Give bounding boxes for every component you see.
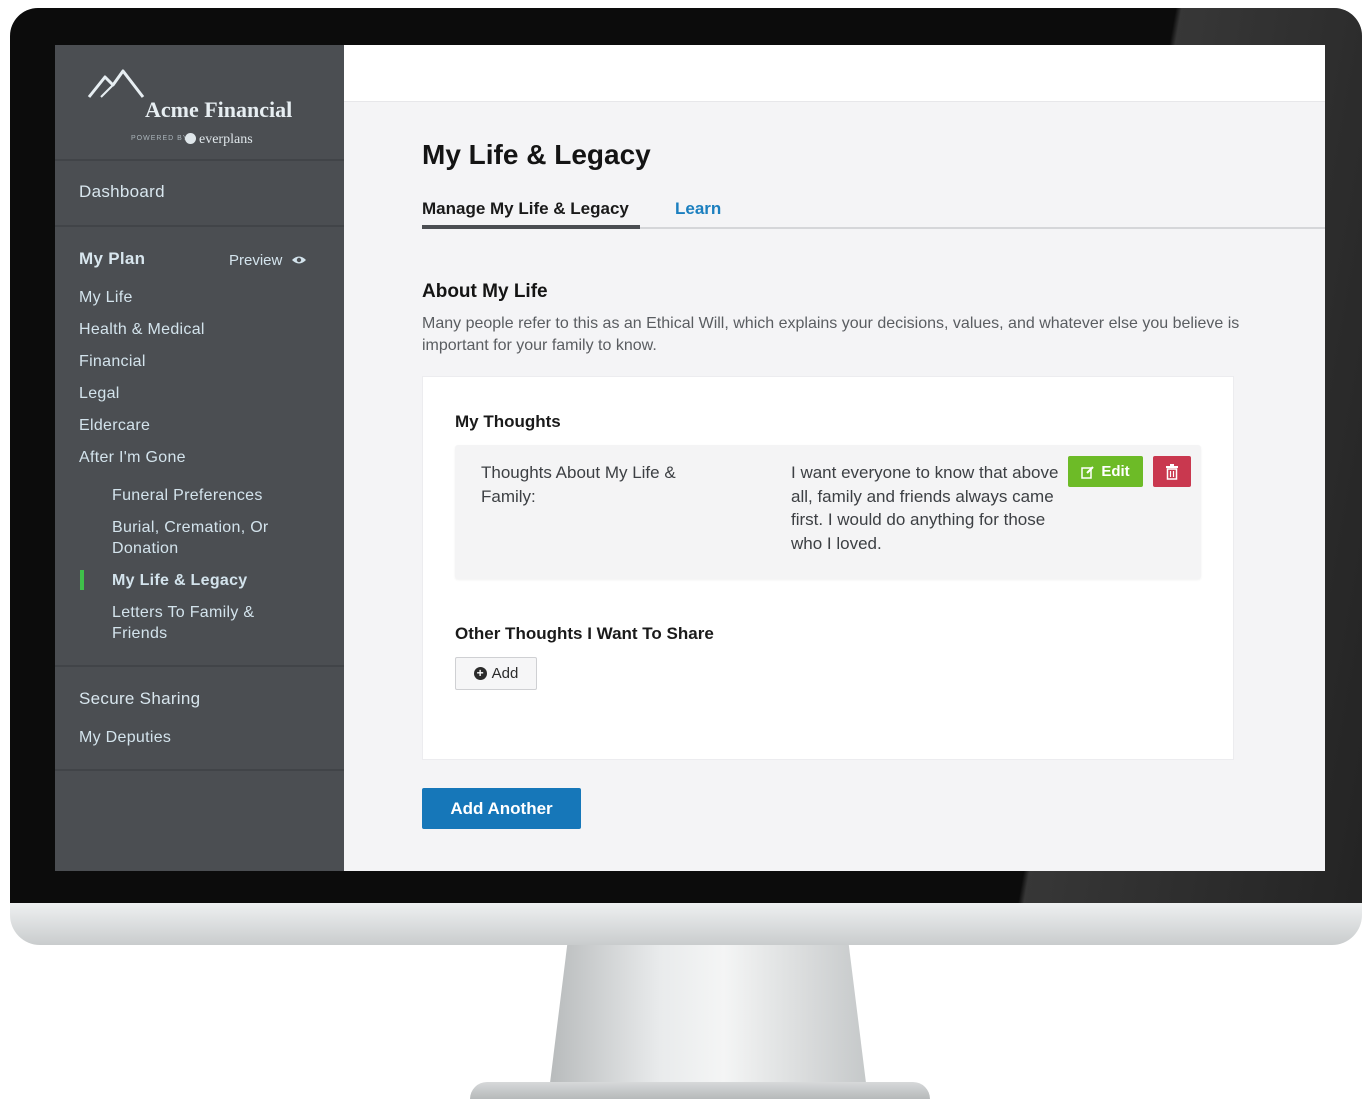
- tab-active-underline: [422, 225, 640, 229]
- sidebar-subitem-letters[interactable]: Letters To Family & Friends: [112, 602, 312, 644]
- monitor-stand: [548, 945, 868, 1099]
- edit-icon: [1081, 465, 1095, 479]
- partner-name: everplans: [199, 132, 253, 147]
- monitor-stand-base: [470, 1082, 930, 1099]
- powered-by-label: POWERED BY: [131, 135, 189, 142]
- main-content: My Life & Legacy Manage My Life & Legacy…: [344, 45, 1325, 871]
- brand-name: Acme Financial: [145, 97, 293, 122]
- sidebar-item-legal[interactable]: Legal: [79, 385, 120, 403]
- sidebar-item-my-life[interactable]: My Life: [79, 289, 133, 307]
- sidebar-item-my-plan[interactable]: My Plan: [79, 249, 145, 269]
- entry-label: Thoughts About My Life & Family:: [481, 463, 676, 506]
- monitor-chin: [10, 903, 1362, 945]
- edit-label: Edit: [1101, 463, 1130, 480]
- sidebar-divider: [55, 225, 344, 227]
- preview-link[interactable]: Preview: [229, 252, 307, 269]
- sidebar-subitem-burial[interactable]: Burial, Cremation, Or Donation: [112, 517, 312, 559]
- add-button[interactable]: + Add: [455, 657, 537, 690]
- sidebar-item-my-deputies[interactable]: My Deputies: [79, 729, 171, 747]
- add-label: Add: [491, 665, 519, 682]
- brand-logo[interactable]: Acme Financial POWERED BY everplans: [85, 67, 325, 157]
- partner-logo: everplans: [185, 132, 253, 148]
- active-indicator: [80, 570, 84, 590]
- sidebar-divider: [55, 665, 344, 667]
- screen: Acme Financial POWERED BY everplans Dash…: [55, 45, 1325, 871]
- sidebar-subitem-my-life-legacy[interactable]: My Life & Legacy: [112, 570, 312, 591]
- thought-entry: Thoughts About My Life & Family: I want …: [455, 445, 1201, 579]
- my-thoughts-title: My Thoughts: [455, 412, 561, 431]
- eye-icon: [291, 256, 306, 264]
- entry-value: I want everyone to know that above all, …: [791, 463, 1059, 553]
- mountain-logo-icon: [87, 69, 145, 98]
- page-title: My Life & Legacy: [422, 139, 651, 170]
- preview-label: Preview: [229, 252, 283, 269]
- thoughts-card: My Thoughts Thoughts About My Life & Fam…: [422, 376, 1234, 760]
- everplans-dot-icon: [185, 133, 196, 144]
- sidebar-item-secure-sharing[interactable]: Secure Sharing: [79, 689, 200, 709]
- plus-circle-icon: +: [473, 667, 487, 680]
- sidebar-item-after-im-gone[interactable]: After I'm Gone: [79, 449, 186, 467]
- sidebar-item-dashboard[interactable]: Dashboard: [79, 182, 165, 202]
- section-description: Many people refer to this as an Ethical …: [422, 315, 1240, 354]
- sidebar-item-health-medical[interactable]: Health & Medical: [79, 321, 205, 339]
- delete-button[interactable]: [1153, 456, 1191, 487]
- top-bar: [344, 45, 1325, 102]
- edit-button[interactable]: Edit: [1068, 456, 1143, 487]
- sidebar-divider: [55, 159, 344, 161]
- tab-learn[interactable]: Learn: [675, 199, 721, 219]
- sidebar-item-eldercare[interactable]: Eldercare: [79, 417, 150, 435]
- sidebar-subitem-funeral-preferences[interactable]: Funeral Preferences: [112, 485, 312, 506]
- sidebar-divider: [55, 769, 344, 771]
- section-title: About My Life: [422, 281, 548, 302]
- trash-icon: [1166, 463, 1178, 480]
- other-thoughts-title: Other Thoughts I Want To Share: [455, 624, 714, 643]
- tab-manage[interactable]: Manage My Life & Legacy: [422, 199, 629, 219]
- sidebar-item-financial[interactable]: Financial: [79, 353, 146, 371]
- sidebar: Acme Financial POWERED BY everplans Dash…: [55, 45, 344, 871]
- add-another-button[interactable]: Add Another: [422, 788, 581, 829]
